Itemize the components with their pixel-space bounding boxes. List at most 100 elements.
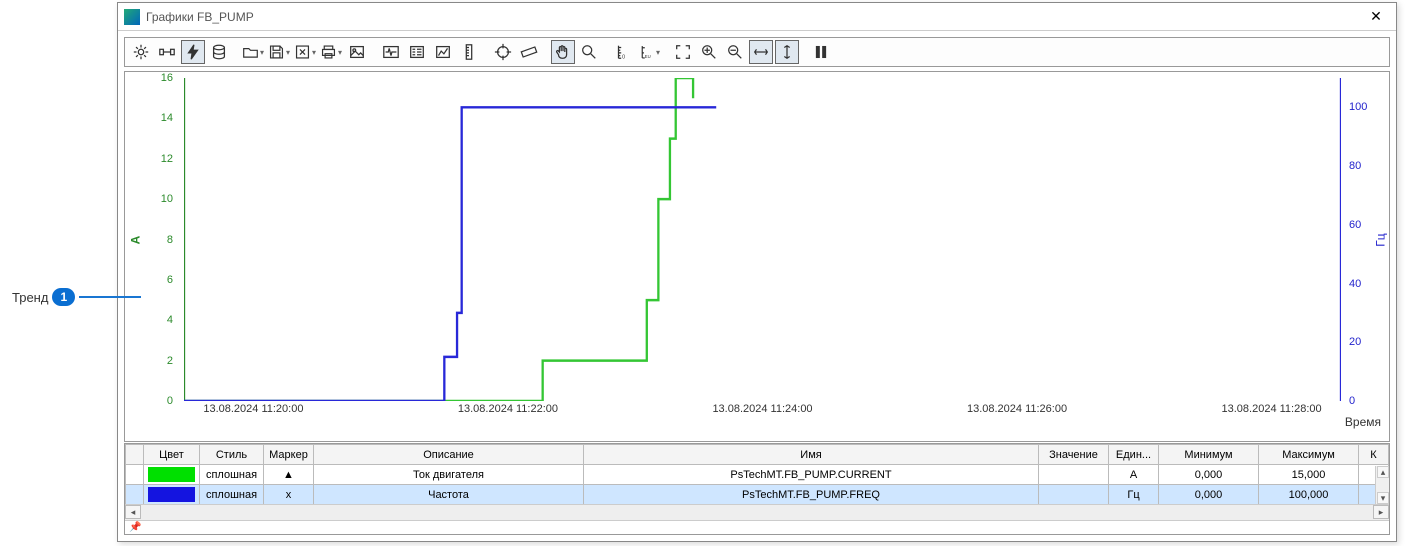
row-color[interactable] <box>144 465 200 485</box>
zoom-out-icon[interactable] <box>723 40 747 64</box>
gear-icon[interactable] <box>129 40 153 64</box>
scroll-left-icon[interactable]: ◂ <box>125 505 141 519</box>
col-style-header[interactable]: Стиль <box>200 445 264 465</box>
x-tick: 13.08.2024 11:20:00 <box>203 403 303 415</box>
save-icon[interactable] <box>267 40 291 64</box>
row-color[interactable] <box>144 485 200 505</box>
fit-icon[interactable] <box>671 40 695 64</box>
row-value <box>1039 485 1109 505</box>
close-button[interactable]: ✕ <box>1362 6 1390 28</box>
table-row[interactable]: сплошная▲Ток двигателяPsTechMT.FB_PUMP.C… <box>126 465 1389 485</box>
x-tick: 13.08.2024 11:22:00 <box>458 403 558 415</box>
connect-icon[interactable] <box>155 40 179 64</box>
row-unit: A <box>1109 465 1159 485</box>
scale-eu-icon[interactable]: EU <box>637 40 661 64</box>
row-max: 100,000 <box>1259 485 1359 505</box>
callout: Тренд 1 <box>12 288 141 306</box>
pause-icon[interactable] <box>809 40 833 64</box>
target-icon[interactable] <box>491 40 515 64</box>
y-tick-right: 60 <box>1349 219 1361 231</box>
row-min: 0,000 <box>1159 485 1259 505</box>
y-tick-left: 14 <box>161 112 173 124</box>
y-tick-right: 0 <box>1349 395 1355 407</box>
scale-left-icon[interactable]: 0 <box>611 40 635 64</box>
col-name-header[interactable]: Имя <box>584 445 1039 465</box>
zoom-in-icon[interactable] <box>697 40 721 64</box>
svg-text:EU: EU <box>645 54 651 59</box>
app-window: Графики FB_PUMP ✕ 0 <box>117 2 1397 542</box>
y-tick-left: 10 <box>161 193 173 205</box>
row-style: сплошная <box>200 485 264 505</box>
col-marker-header[interactable]: Маркер <box>264 445 314 465</box>
callout-badge: 1 <box>52 288 75 306</box>
pin-icon[interactable]: 📌 <box>129 522 141 533</box>
col-value-header[interactable]: Значение <box>1039 445 1109 465</box>
open-icon[interactable] <box>241 40 265 64</box>
scroll-down-icon[interactable]: ▾ <box>1377 492 1389 504</box>
plot-svg <box>184 78 1341 401</box>
hand-icon[interactable] <box>551 40 575 64</box>
excel-icon[interactable] <box>293 40 317 64</box>
row-marker: ▲ <box>264 465 314 485</box>
y-axis-left: A 0246810121416 <box>125 78 183 401</box>
callout-line <box>79 296 141 298</box>
y-tick-left: 0 <box>167 395 173 407</box>
scroll-up-icon[interactable]: ▴ <box>1377 466 1389 478</box>
legend-header-row: Цвет Стиль Маркер Описание Имя Значение … <box>126 445 1389 465</box>
legend-table: Цвет Стиль Маркер Описание Имя Значение … <box>125 444 1389 504</box>
row-style: сплошная <box>200 465 264 485</box>
x-tick: 13.08.2024 11:24:00 <box>712 403 812 415</box>
y-tick-left: 12 <box>161 153 173 165</box>
ruler-vertical-icon[interactable] <box>457 40 481 64</box>
x-axis: Время 13.08.2024 11:20:0013.08.2024 11:2… <box>184 401 1341 441</box>
col-unit-header[interactable]: Един... <box>1109 445 1159 465</box>
y-axis-right: Гц 020406080100 <box>1341 78 1389 401</box>
y-tick-right: 100 <box>1349 101 1367 113</box>
row-value <box>1039 465 1109 485</box>
fit-vertical-icon[interactable] <box>775 40 799 64</box>
col-k-header[interactable]: К <box>1359 445 1389 465</box>
zoom-icon[interactable] <box>577 40 601 64</box>
y-tick-left: 4 <box>167 314 173 326</box>
x-tick: 13.08.2024 11:26:00 <box>967 403 1067 415</box>
window-title: Графики FB_PUMP <box>146 10 1362 24</box>
legend-horizontal-scrollbar[interactable]: ◂ ▸ <box>125 504 1389 520</box>
image-icon[interactable] <box>345 40 369 64</box>
legend-icon[interactable] <box>405 40 429 64</box>
y-label-left: A <box>128 235 142 244</box>
row-desc: Ток двигателя <box>314 465 584 485</box>
col-desc-header[interactable]: Описание <box>314 445 584 465</box>
row-max: 15,000 <box>1259 465 1359 485</box>
col-min-header[interactable]: Минимум <box>1159 445 1259 465</box>
scroll-right-icon[interactable]: ▸ <box>1373 505 1389 519</box>
chart-area[interactable]: A 0246810121416 Гц 020406080100 Время 13… <box>124 71 1390 442</box>
svg-text:0: 0 <box>622 54 625 60</box>
y-tick-right: 80 <box>1349 160 1361 172</box>
fit-horizontal-icon[interactable] <box>749 40 773 64</box>
pulse-icon[interactable] <box>379 40 403 64</box>
legend-panel: Цвет Стиль Маркер Описание Имя Значение … <box>124 443 1390 535</box>
row-toggle[interactable] <box>126 485 144 505</box>
chart-icon[interactable] <box>431 40 455 64</box>
col-color-header[interactable]: Цвет <box>144 445 200 465</box>
row-name: PsTechMT.FB_PUMP.FREQ <box>584 485 1039 505</box>
titlebar: Графики FB_PUMP ✕ <box>118 3 1396 31</box>
plot-area[interactable] <box>184 78 1341 401</box>
table-row[interactable]: сплошнаяxЧастотаPsTechMT.FB_PUMP.FREQГц0… <box>126 485 1389 505</box>
ruler-icon[interactable] <box>517 40 541 64</box>
row-toggle[interactable] <box>126 465 144 485</box>
legend-vertical-scrollbar[interactable]: ▴ ▾ <box>1375 466 1389 504</box>
row-desc: Частота <box>314 485 584 505</box>
lightning-icon[interactable] <box>181 40 205 64</box>
col-max-header[interactable]: Максимум <box>1259 445 1359 465</box>
callout-label: Тренд <box>12 290 48 305</box>
pin-row[interactable]: 📌 <box>125 520 1389 534</box>
database-icon[interactable] <box>207 40 231 64</box>
y-tick-left: 2 <box>167 355 173 367</box>
print-icon[interactable] <box>319 40 343 64</box>
y-tick-left: 16 <box>161 72 173 84</box>
x-axis-label: Время <box>1345 415 1381 429</box>
row-name: PsTechMT.FB_PUMP.CURRENT <box>584 465 1039 485</box>
col-toggle-header[interactable] <box>126 445 144 465</box>
y-tick-left: 6 <box>167 274 173 286</box>
